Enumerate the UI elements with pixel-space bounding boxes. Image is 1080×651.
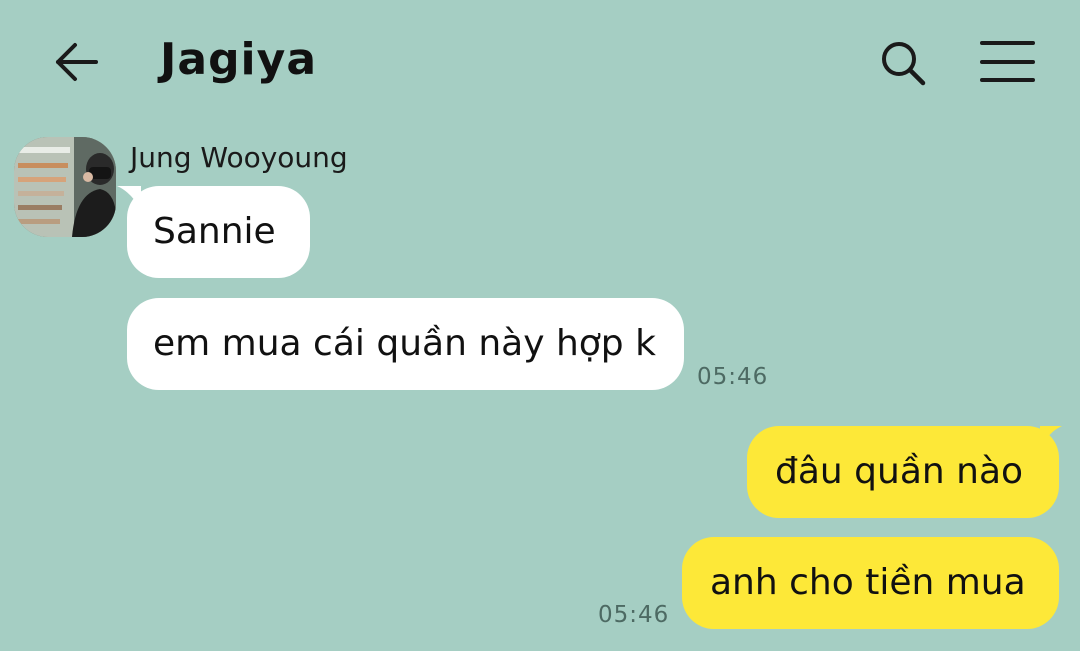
- message-timestamp: 05:46: [697, 364, 769, 390]
- arrow-left-icon: [56, 43, 98, 81]
- message-text: anh cho tiền mua: [710, 562, 1026, 603]
- outgoing-message[interactable]: anh cho tiền mua: [682, 537, 1059, 629]
- message-text: đâu quần nào: [775, 451, 1024, 492]
- back-button[interactable]: [50, 36, 104, 90]
- profile-photo: [14, 137, 116, 237]
- message-text: em mua cái quần này hợp k: [153, 323, 656, 364]
- chat-title: Jagiya: [160, 34, 318, 85]
- menu-icon: [980, 41, 1035, 82]
- search-icon: [882, 42, 926, 86]
- chat-header: Jagiya: [0, 0, 1080, 120]
- menu-button[interactable]: [980, 38, 1036, 86]
- incoming-message[interactable]: em mua cái quần này hợp k: [127, 298, 684, 390]
- incoming-message[interactable]: Sannie: [127, 186, 310, 278]
- message-timestamp: 05:46: [598, 602, 670, 628]
- avatar[interactable]: [14, 137, 116, 237]
- message-text: Sannie: [153, 211, 276, 252]
- search-button[interactable]: [876, 36, 930, 90]
- outgoing-message[interactable]: đâu quần nào: [747, 426, 1059, 518]
- sender-name: Jung Wooyoung: [130, 141, 348, 174]
